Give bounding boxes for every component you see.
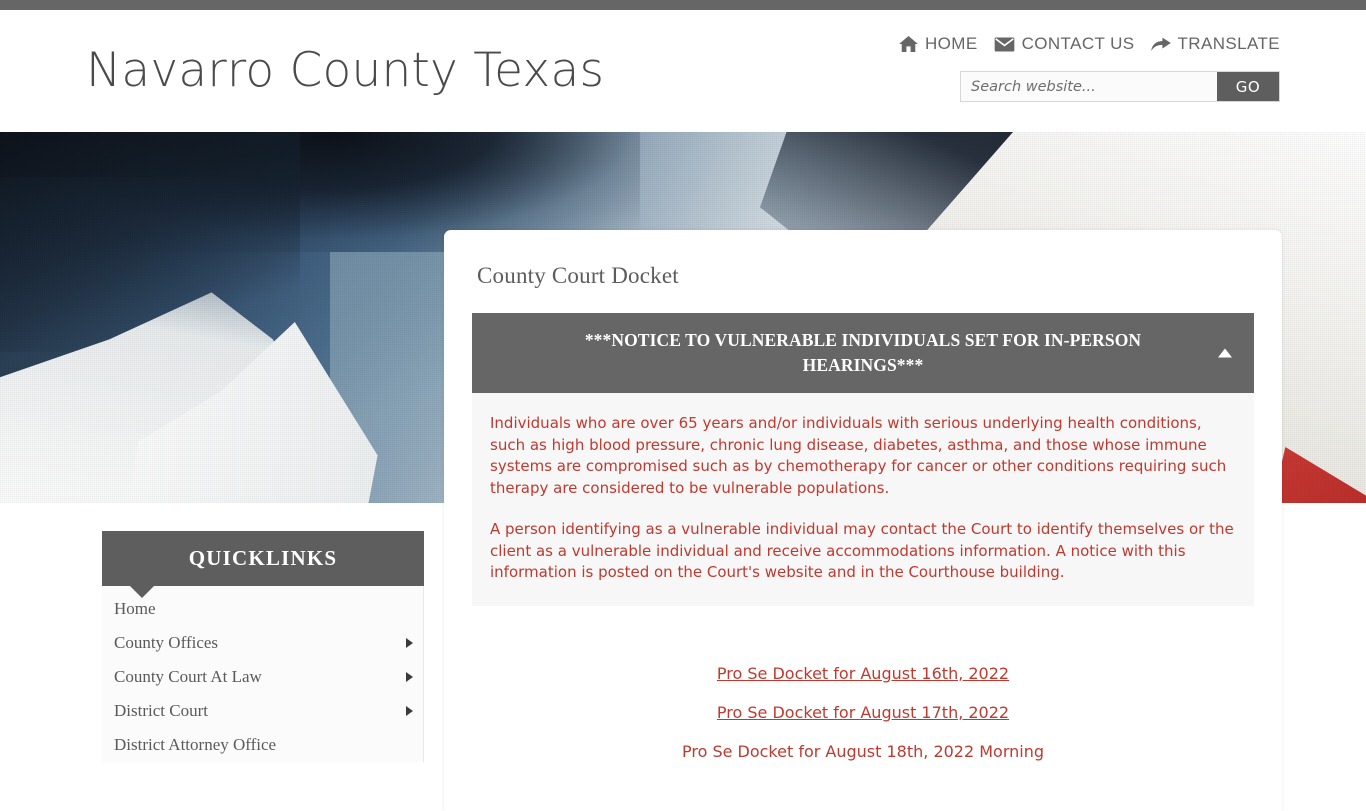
sidebar-item-label: District Attorney Office bbox=[114, 735, 277, 754]
main-content-card: County Court Docket ***NOTICE TO VULNERA… bbox=[444, 230, 1282, 811]
envelope-icon bbox=[994, 36, 1015, 52]
chevron-up-icon[interactable] bbox=[1218, 348, 1232, 358]
quicklinks-title: QUICKLINKS bbox=[102, 531, 424, 598]
page-title: County Court Docket bbox=[477, 263, 679, 288]
search-go-button[interactable]: GO bbox=[1217, 72, 1279, 101]
chevron-right-icon bbox=[406, 706, 413, 716]
notice-paragraph: Individuals who are over 65 years and/or… bbox=[490, 414, 1227, 497]
top-accent-bar bbox=[0, 0, 1366, 10]
sidebar-item-county-offices[interactable]: County Offices bbox=[102, 626, 423, 660]
nav-item-translate[interactable]: TRANSLATE bbox=[1150, 34, 1280, 54]
search-input[interactable] bbox=[961, 72, 1217, 101]
nav-item-translate-label: TRANSLATE bbox=[1177, 34, 1280, 53]
nav-item-home-label: HOME bbox=[924, 34, 978, 53]
site-title: Navarro County Texas bbox=[86, 43, 605, 98]
sidebar-item-county-court-at-law[interactable]: County Court At Law bbox=[102, 660, 423, 694]
notice-accordion-body: Individuals who are over 65 years and/or… bbox=[472, 393, 1254, 606]
chevron-right-icon bbox=[406, 672, 413, 682]
notice-accordion-header[interactable]: ***NOTICE TO VULNERABLE INDIVIDUALS SET … bbox=[472, 313, 1254, 393]
sidebar-item-label: County Court At Law bbox=[114, 667, 262, 686]
site-search: GO bbox=[960, 71, 1280, 102]
site-header: Navarro County Texas HOME CONTACT US TRA… bbox=[0, 10, 1366, 132]
sidebar-item-label: District Court bbox=[114, 701, 208, 720]
docket-link-aug-17[interactable]: Pro Se Docket for August 17th, 2022 bbox=[444, 703, 1282, 722]
home-icon bbox=[899, 36, 918, 52]
docket-link-aug-18-morning[interactable]: Pro Se Docket for August 18th, 2022 Morn… bbox=[444, 742, 1282, 761]
quicklinks-sidebar: QUICKLINKS Home County Offices County Co… bbox=[102, 531, 424, 762]
chevron-right-icon bbox=[406, 638, 413, 648]
notice-heading-text: ***NOTICE TO VULNERABLE INDIVIDUALS SET … bbox=[584, 330, 1142, 375]
sidebar-item-home[interactable]: Home bbox=[102, 592, 423, 626]
header-navigation: HOME CONTACT US TRANSLATE bbox=[899, 34, 1280, 54]
notice-paragraph: A person identifying as a vulnerable ind… bbox=[490, 520, 1234, 581]
nav-item-contact-us[interactable]: CONTACT US bbox=[994, 34, 1135, 54]
quicklinks-list: Home County Offices County Court At Law … bbox=[102, 586, 424, 762]
docket-links-list: Pro Se Docket for August 16th, 2022 Pro … bbox=[444, 664, 1282, 811]
nav-item-home[interactable]: HOME bbox=[899, 34, 978, 54]
docket-link-aug-16[interactable]: Pro Se Docket for August 16th, 2022 bbox=[444, 664, 1282, 683]
sidebar-item-label: Home bbox=[114, 599, 156, 618]
nav-item-contact-us-label: CONTACT US bbox=[1021, 34, 1135, 53]
sidebar-item-district-court[interactable]: District Court bbox=[102, 694, 423, 728]
notice-accordion: ***NOTICE TO VULNERABLE INDIVIDUALS SET … bbox=[472, 313, 1254, 606]
sidebar-item-label: County Offices bbox=[114, 633, 219, 652]
sidebar-item-district-attorney-office[interactable]: District Attorney Office bbox=[102, 728, 423, 762]
arrow-share-icon bbox=[1150, 37, 1171, 52]
